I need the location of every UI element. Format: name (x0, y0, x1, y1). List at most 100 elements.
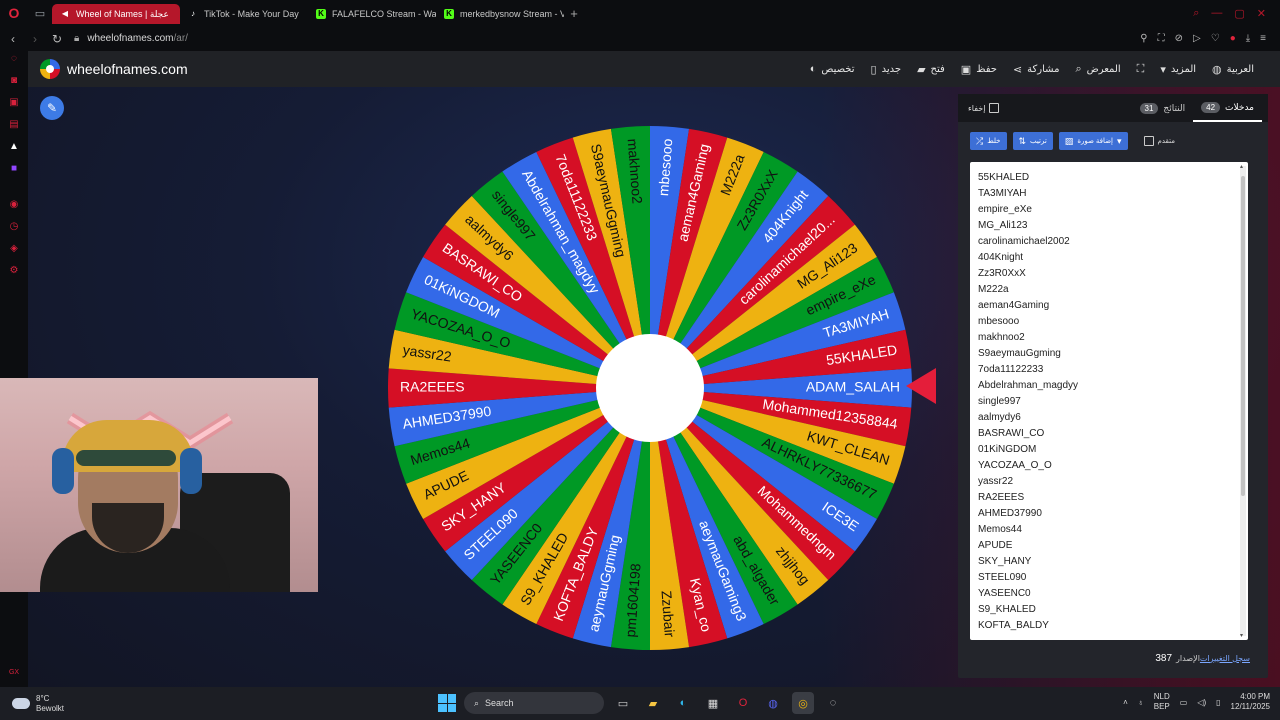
sort-button[interactable]: ⇅ ترتيب (1012, 132, 1053, 150)
menu-label: العربية (1226, 63, 1254, 75)
file-explorer-icon[interactable]: ▰ (642, 692, 664, 714)
language-indicator[interactable]: NLD BEP (1154, 692, 1170, 712)
opera-logo-icon[interactable]: O (0, 0, 28, 26)
menu-icon[interactable]: ≡ (1260, 33, 1266, 44)
settings-icon[interactable]: ⚙ (7, 265, 21, 277)
edit-pencil-icon[interactable]: ✎ (40, 96, 64, 120)
pinboard-icon[interactable]: ◈ (7, 243, 21, 255)
download-icon[interactable]: ⤓ (1246, 33, 1250, 44)
tab-tiktok[interactable]: ♪ TikTok - Make Your Day (180, 4, 308, 24)
entry-line: aeman4Gaming (978, 300, 1050, 311)
messenger-icon[interactable]: ▣ (7, 97, 21, 109)
hide-checkbox[interactable] (989, 103, 1000, 113)
opera-gx-icon[interactable]: O (732, 692, 754, 714)
advanced-toggle[interactable]: متقدم (1143, 136, 1175, 146)
shuffle-icon: ⤮ (976, 135, 984, 146)
shuffle-button[interactable]: ⤮ خلط (970, 132, 1007, 150)
edge-icon[interactable]: ◐ (672, 692, 694, 714)
entry-line: 404Knight (978, 252, 1024, 263)
menu-share[interactable]: ⋖ مشاركة (1005, 63, 1068, 76)
heart-icon[interactable]: ♡ (1211, 33, 1220, 44)
arrow-logo-icon[interactable]: ▲ (7, 141, 21, 153)
menu-save[interactable]: ▣ حفظ (953, 63, 1005, 76)
wheel-center-hub[interactable] (596, 334, 704, 442)
menu-label: المعرض (1086, 63, 1121, 75)
brand[interactable]: wheelofnames.com (40, 59, 188, 79)
speaker-icon: ◀ (61, 9, 69, 18)
microphone-icon[interactable]: ♁ (1138, 698, 1144, 707)
tab-label: TikTok - Make Your Day (204, 9, 299, 19)
screenshot-icon[interactable]: ⛶ (1158, 33, 1165, 44)
menu-more[interactable]: ▾ المزيد (1152, 63, 1204, 76)
taskbar-search[interactable]: ⌕ Search (464, 692, 604, 714)
tab-merkedbysnow-stream[interactable]: K merkedbysnow Stream - V (436, 4, 564, 24)
menu-language[interactable]: ◍ العربية (1204, 63, 1262, 76)
extensions-area: ⚲ ⛶ ⊘ ▷ ♡ ● ⤓ ≡ (1140, 33, 1280, 44)
close-icon[interactable]: ✕ (1257, 7, 1266, 20)
tab-wheel-of-names[interactable]: ◀ Wheel of Names | عجلة (52, 4, 180, 24)
play-icon[interactable]: ▷ (1193, 33, 1201, 44)
reload-icon[interactable]: ↻ (48, 32, 66, 46)
search-tabs-icon[interactable]: ⌕ (1193, 7, 1199, 20)
cap-shape (62, 420, 194, 472)
chrome-icon[interactable]: ◎ (792, 692, 814, 714)
aria-icon[interactable]: ◌ (7, 53, 21, 65)
menu-fullscreen[interactable]: ⛶ (1129, 63, 1153, 76)
url-field[interactable]: wheelofnames.com/ar/ (87, 33, 188, 44)
new-tab-icon[interactable]: + (564, 6, 584, 21)
menu-open[interactable]: ▰ فتح (909, 63, 953, 76)
discord-icon[interactable]: ◍ (762, 692, 784, 714)
maximize-icon[interactable]: ▢ (1234, 7, 1244, 20)
player-icon[interactable]: ◉ (7, 199, 21, 211)
advanced-checkbox[interactable] (1143, 136, 1154, 146)
tab-results[interactable]: النتائج 31 (1132, 94, 1194, 122)
hide-toggle[interactable]: إخفاء (968, 103, 1000, 113)
brand-name: wheelofnames.com (67, 61, 188, 77)
windows-start-icon[interactable] (438, 694, 456, 712)
wheel-svg[interactable]: ADAM_SALAHMohammed12358844KWT_CLEANALHRK… (384, 122, 916, 654)
minimize-icon[interactable]: — (1211, 7, 1222, 20)
bag-icon[interactable]: ◙ (7, 75, 21, 87)
entry-line: mbesooo (978, 316, 1020, 327)
wheel[interactable]: ADAM_SALAH Mohammed12358844 KWT_CLEAN ALHRK… (384, 122, 916, 654)
lock-icon[interactable]: 🔒︎ (74, 33, 79, 44)
pin-icon[interactable]: ⚲ (1140, 33, 1147, 44)
volume-icon[interactable]: ◁) (1197, 698, 1206, 707)
add-image-button[interactable]: ▨ إضافة صورة ▾ (1058, 132, 1128, 150)
windows-taskbar: 8°C Bewolkt ⌕ Search ▭ ▰ ◐ ▦ O ◍ ◎ ◌ ˄ ♁ … (0, 687, 1280, 720)
forward-icon[interactable]: › (26, 32, 44, 46)
store-icon[interactable]: ▦ (702, 692, 724, 714)
entries-toolbar: ⤮ خلط ⇅ ترتيب ▨ إضافة صورة ▾ متقدم (970, 132, 1260, 150)
entries-scrollbar[interactable]: ▴ ▾ (1240, 163, 1246, 639)
weather-widget[interactable]: 8°C Bewolkt (12, 694, 64, 714)
changelog-link[interactable]: سجل التغييرات (1200, 654, 1250, 663)
gx-icon[interactable]: GX (7, 667, 21, 679)
scroll-down-icon[interactable]: ▾ (1240, 632, 1243, 639)
menu-gallery[interactable]: ⌕ المعرض (1067, 63, 1128, 76)
twitch-icon[interactable]: ■ (7, 163, 21, 175)
entry-line: SKY_HANY (978, 556, 1032, 567)
mail-icon[interactable]: ▤ (7, 119, 21, 131)
tab-falafelco-stream[interactable]: K FALAFELCO Stream - Wa (308, 4, 436, 24)
obs-icon[interactable]: ◌ (822, 692, 844, 714)
image-icon: ▨ (1064, 135, 1074, 146)
back-icon[interactable]: ‹ (4, 32, 22, 46)
clock[interactable]: 4:00 PM 12/11/2025 (1231, 692, 1270, 712)
entry-line: TA3MIYAH (978, 188, 1027, 199)
lang-top: NLD (1153, 692, 1170, 701)
task-view-icon[interactable]: ▭ (612, 692, 634, 714)
entries-textarea[interactable]: 55KHALED TA3MIYAH empire_eXe MG_Ali123 carol… (970, 162, 1248, 640)
battery-icon[interactable]: ▯ (1216, 698, 1220, 707)
scroll-up-icon[interactable]: ▴ (1240, 163, 1243, 170)
network-icon[interactable]: ▭ (1180, 698, 1188, 707)
menu-new[interactable]: ▯ جديد (863, 63, 910, 76)
tray-chevron-icon[interactable]: ˄ (1123, 698, 1128, 707)
tab-switcher-icon[interactable]: ▭ (28, 7, 52, 20)
menu-customize[interactable]: ◐ تخصيص (802, 63, 863, 75)
scroll-thumb[interactable] (1241, 176, 1245, 496)
profile-icon[interactable]: ● (1230, 33, 1236, 44)
entry-line: APUDE (978, 540, 1013, 551)
tab-entries[interactable]: مدخلات 42 (1193, 94, 1262, 122)
ad-block-icon[interactable]: ⊘ (1175, 33, 1183, 44)
history-icon[interactable]: ◷ (7, 221, 21, 233)
